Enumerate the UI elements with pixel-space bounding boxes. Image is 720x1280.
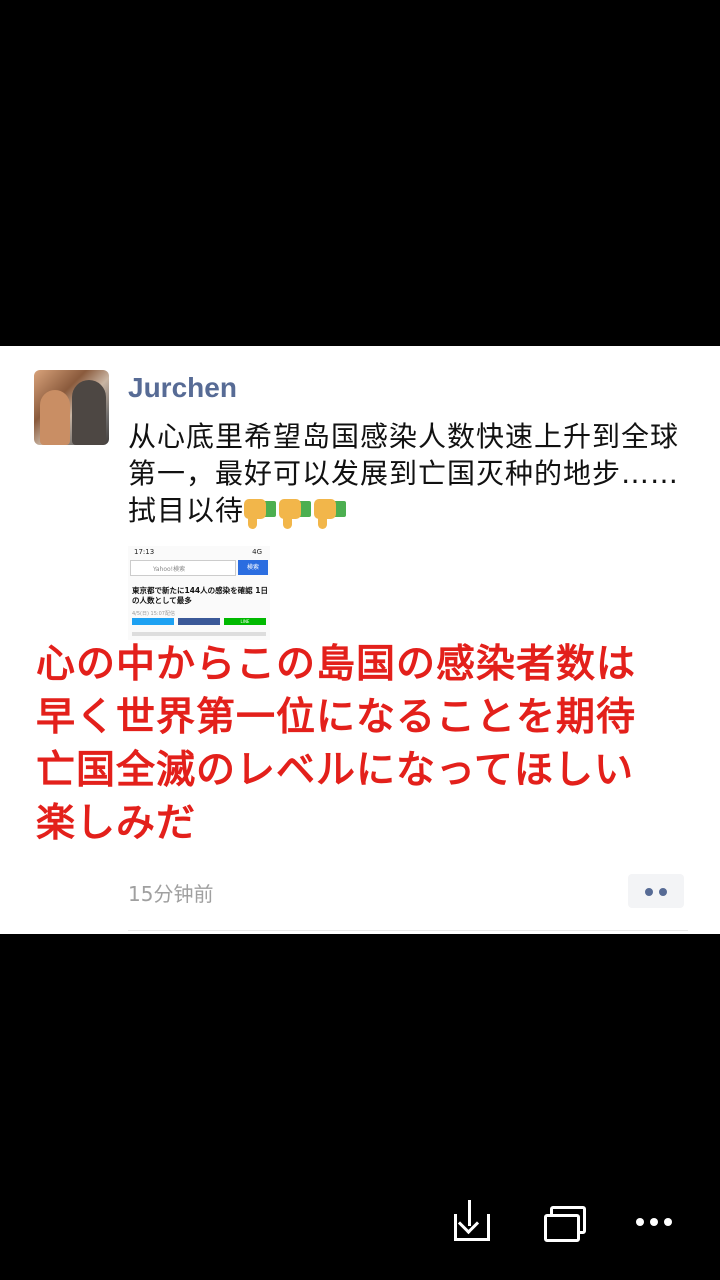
download-icon[interactable] [446,1198,494,1246]
shot-status-signal: 4G [252,548,262,556]
dot [659,888,667,896]
thumbs-down-icon [314,498,347,529]
post-text-block: 从心底里希望岛国感染人数快速上升到全球第一，最好可以发展到亡国灭种的地步……拭目… [128,418,688,531]
shot-search-placeholder: Yahoo!検索 [153,566,186,573]
thumbs-down-group [244,494,349,531]
attached-screenshot[interactable]: 17:13 4G Yahoo!検索 検索 東京都で新たに144人の感染を確認 1… [128,546,270,640]
shot-twitter-share [132,618,174,625]
shot-status-time: 17:13 [134,548,155,556]
moment-card: Jurchen 从心底里希望岛国感染人数快速上升到全球第一，最好可以发展到亡国灭… [0,346,720,934]
shot-search-bar: Yahoo!検索 [130,560,236,576]
post-timestamp: 15分钟前 [128,882,214,906]
avatar-person-right [72,380,106,445]
overlay-line: 早く世界第一位になることを期待 [36,695,637,740]
overlay-line: 楽しみだ [36,801,197,846]
shot-search-button: 検索 [238,560,268,575]
comment-more-button[interactable] [628,874,684,908]
shot-facebook-share [178,618,220,625]
post-text: 从心底里希望岛国感染人数快速上升到全球第一，最好可以发展到亡国灭种的地步……拭目… [128,420,680,527]
image-viewer-toolbar [0,1170,720,1270]
shot-meta: 4/5(日) 15:07配信 [132,611,175,617]
shot-line-share: LINE [224,618,266,625]
author-name[interactable]: Jurchen [128,372,237,404]
thumbs-down-icon [279,498,312,529]
more-icon[interactable] [630,1198,678,1246]
overlay-line: 心の中からこの島国の感染者数は [36,642,637,687]
shot-rule [132,632,266,636]
shot-headline: 東京都で新たに144人の感染を確認 1日の人数として最多 [132,586,268,605]
thumbs-down-icon [244,498,277,529]
overlay-caption: 心の中からこの島国の感染者数は 早く世界第一位になることを期待 亡国全滅のレベル… [36,638,686,850]
overlay-line: 亡国全滅のレベルになってほしい [36,748,635,793]
avatar-person-left [40,390,70,445]
avatar[interactable] [34,370,109,445]
dot [645,888,653,896]
divider [128,930,688,931]
windows-icon[interactable] [536,1198,586,1246]
